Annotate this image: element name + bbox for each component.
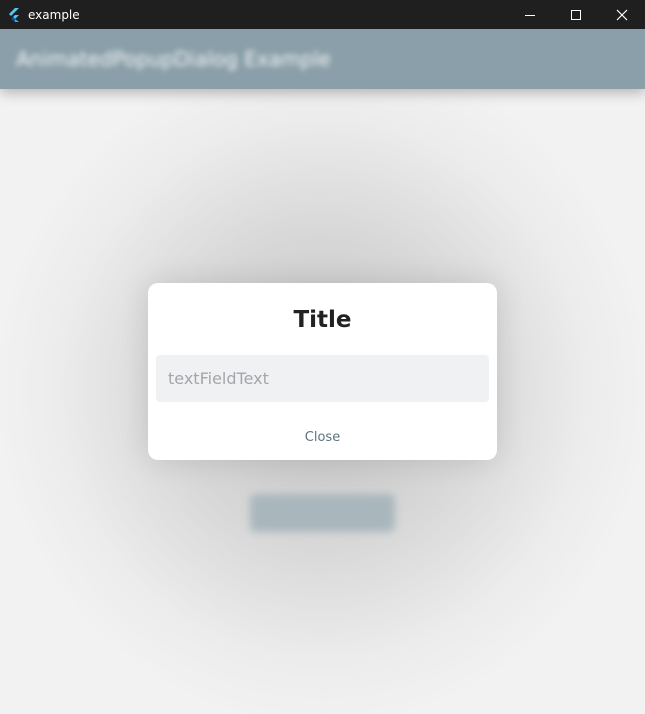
flutter-logo-icon [6, 7, 22, 23]
maximize-icon [571, 9, 581, 20]
close-window-button[interactable] [599, 0, 645, 29]
dialog-title: Title [293, 307, 352, 333]
window-title: example [28, 7, 80, 22]
close-icon [616, 9, 628, 20]
dialog-text-field[interactable]: textFieldText [156, 355, 489, 402]
text-field-placeholder: textFieldText [168, 369, 269, 388]
popup-dialog: Title textFieldText Close [148, 283, 497, 460]
show-dialog-button [250, 494, 395, 532]
close-button[interactable]: Close [148, 430, 497, 445]
app-bar: AnimatedPopupDialog Example [0, 29, 645, 89]
minimize-icon [525, 14, 535, 16]
app-content: AnimatedPopupDialog Example Title textFi… [0, 29, 645, 714]
window-controls [507, 0, 645, 29]
maximize-button[interactable] [553, 0, 599, 29]
minimize-button[interactable] [507, 0, 553, 29]
window-titlebar: example [0, 0, 645, 29]
app-bar-title: AnimatedPopupDialog Example [16, 47, 331, 71]
